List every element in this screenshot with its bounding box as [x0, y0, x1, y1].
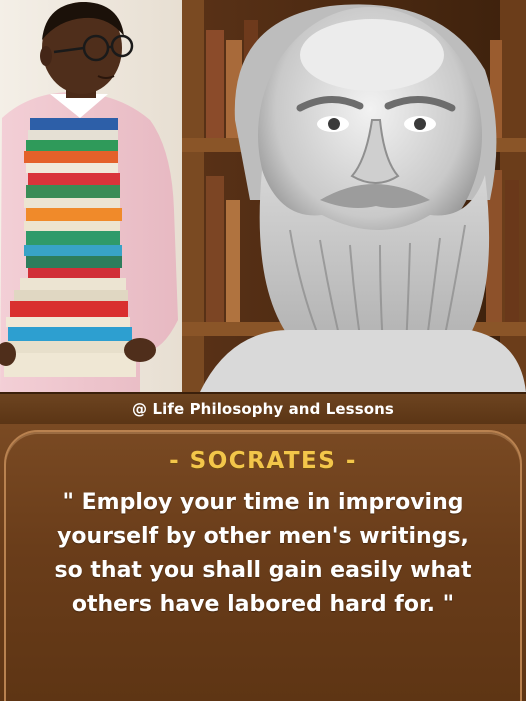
quote-line: yourself by other men's writings, — [57, 524, 469, 549]
quote-line: " Employ your time in improving — [62, 490, 464, 515]
credit-bar: @ Life Philosophy and Lessons — [0, 392, 526, 424]
credit-text: @ Life Philosophy and Lessons — [132, 400, 394, 418]
quote-line: others have labored hard for. " — [71, 592, 455, 617]
illustration — [0, 0, 526, 392]
author-name: - SOCRATES - — [169, 448, 357, 474]
quote-text: " Employ your time in improving yourself… — [10, 486, 516, 622]
quote-line: so that you shall gain easily what — [54, 558, 472, 583]
quote-poster: @ Life Philosophy and Lessons - SOCRATES… — [0, 0, 526, 701]
quote-panel: - SOCRATES - " Employ your time in impro… — [0, 424, 526, 701]
